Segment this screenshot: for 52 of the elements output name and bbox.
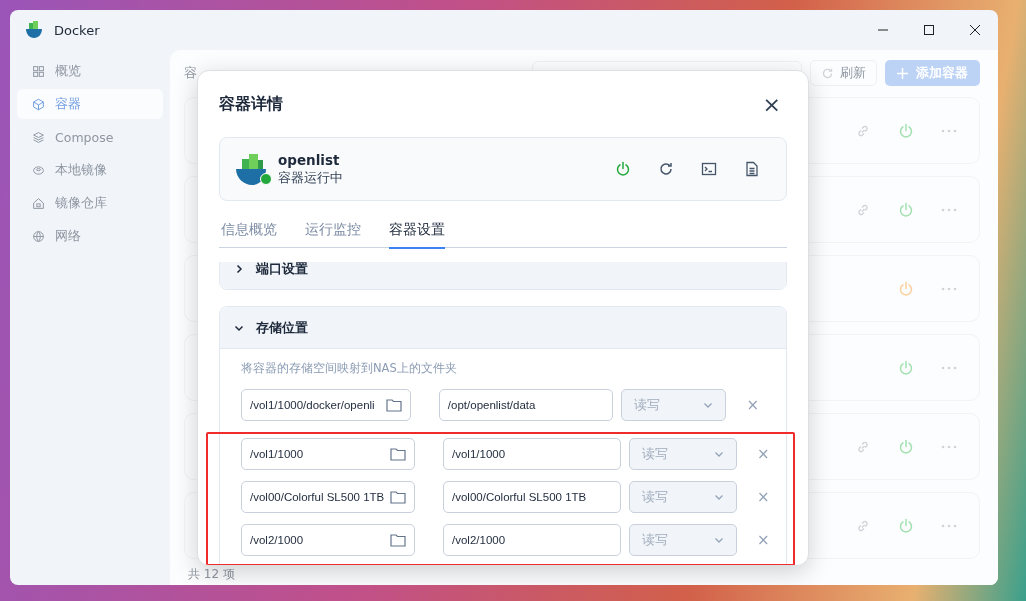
sidebar-item[interactable]: Compose — [17, 122, 163, 152]
power-icon[interactable] — [898, 438, 914, 455]
disk-icon — [32, 163, 45, 177]
chevron-down-icon — [714, 535, 724, 545]
power-icon[interactable] — [898, 201, 914, 218]
refresh-icon[interactable] — [821, 66, 834, 80]
power-icon[interactable] — [898, 280, 914, 297]
terminal-icon[interactable] — [701, 161, 717, 177]
sidebar-item[interactable]: 容器 — [17, 89, 163, 119]
cube-icon — [32, 97, 45, 111]
container-name: openlist — [278, 151, 341, 168]
section-title: 端口设置 — [256, 262, 308, 278]
folder-icon[interactable] — [390, 533, 406, 547]
globe-icon — [32, 229, 45, 243]
section-header[interactable]: 端口设置 — [220, 262, 786, 289]
chevron-down-icon — [714, 492, 724, 502]
restart-icon[interactable] — [658, 161, 674, 177]
section-hint: 将容器的存储空间映射到NAS上的文件夹 — [241, 361, 458, 376]
tab[interactable]: 运行监控 — [305, 219, 361, 249]
grid-icon — [32, 64, 45, 78]
folder-icon[interactable] — [390, 447, 406, 461]
section-title: 存储位置 — [256, 318, 308, 337]
chevron-down-icon — [714, 449, 724, 459]
sidebar-item[interactable]: 镜像仓库 — [17, 188, 163, 218]
item-count: 共 12 项 — [187, 565, 236, 583]
app-logo-icon — [234, 151, 268, 187]
plus-icon[interactable] — [897, 67, 908, 79]
chevron-down-icon — [703, 400, 714, 410]
power-icon[interactable] — [615, 161, 631, 177]
power-icon[interactable] — [898, 517, 914, 534]
section-header[interactable]: 存储位置 — [220, 307, 786, 349]
app-logo-icon — [24, 20, 44, 40]
dialog-title: 容器详情 — [219, 93, 283, 115]
container-status: 容器运行中 — [278, 169, 343, 187]
power-icon[interactable] — [898, 122, 914, 139]
window-title: Docker — [54, 22, 100, 38]
page-title: 容 — [184, 64, 197, 82]
tab[interactable]: 信息概览 — [221, 219, 277, 249]
maximize-icon[interactable] — [924, 25, 934, 35]
power-icon[interactable] — [898, 359, 914, 376]
tab[interactable]: 容器设置 — [389, 219, 445, 249]
house-icon — [32, 196, 45, 210]
chevron-right-icon — [234, 263, 244, 274]
sidebar-item[interactable]: 网络 — [17, 221, 163, 251]
close-button[interactable]: × — [756, 91, 787, 117]
refresh-button[interactable]: 刷新 — [810, 60, 877, 86]
folder-icon[interactable] — [390, 490, 406, 504]
document-icon[interactable] — [744, 161, 760, 177]
layers-icon — [32, 130, 45, 144]
close-icon[interactable] — [970, 25, 980, 35]
sidebar-item[interactable]: 概览 — [17, 56, 163, 86]
sidebar-item[interactable]: 本地镜像 — [17, 155, 163, 185]
